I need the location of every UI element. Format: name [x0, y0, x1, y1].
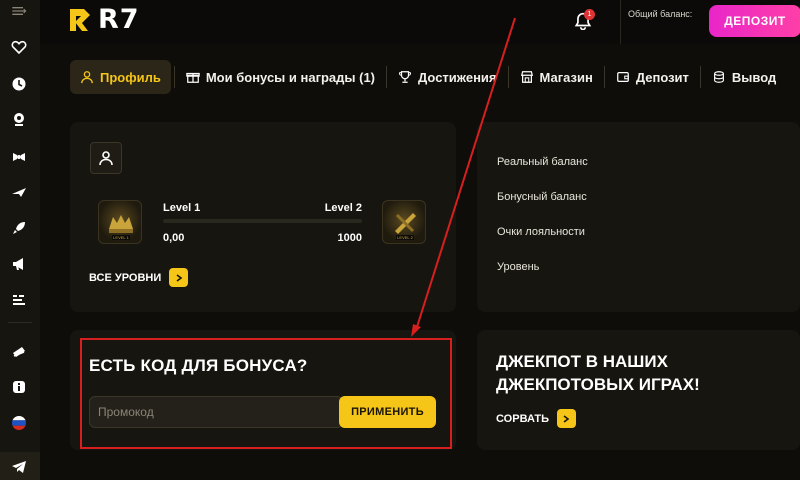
tab-divider: [173, 66, 175, 88]
tab-label: Депозит: [635, 69, 689, 85]
tab-label: Мои бонусы и награды (1): [205, 69, 376, 85]
aviator-icon[interactable]: [10, 183, 28, 201]
current-level-name: Level 1: [163, 202, 201, 214]
tab-divider: [507, 66, 509, 88]
bonus-balance-label: Бонусный баланс: [497, 191, 587, 203]
level-label: Уровень: [497, 261, 540, 273]
gift-icon: [186, 72, 200, 83]
rocket-icon[interactable]: [10, 219, 28, 237]
coins-icon: [713, 71, 724, 83]
svg-text:LEVEL 2: LEVEL 2: [397, 235, 413, 240]
info-icon[interactable]: [10, 378, 28, 396]
menu-icon[interactable]: [6, 2, 32, 20]
jackpot-card: ДЖЕКПОТ В НАШИХ ДЖЕКПОТОВЫХ ИГРАХ! СОРВА…: [477, 330, 800, 450]
profile-card: LEVEL 1 LEVEL 2 Level 1 Level 2 0,00 100…: [70, 122, 456, 312]
all-levels-label: ВСЕ УРОВНИ: [89, 271, 162, 284]
deposit-button[interactable]: ДЕПОЗИТ: [709, 5, 800, 37]
tab-label: Достижения: [418, 69, 497, 85]
all-levels-link[interactable]: ВСЕ УРОВНИ: [89, 268, 189, 287]
loyalty-points-label: Очки лояльности: [497, 226, 585, 238]
logo-mark-icon: [70, 8, 90, 31]
ticket-icon[interactable]: [10, 343, 28, 361]
sidebar: [0, 0, 40, 480]
level-1-badge-icon: LEVEL 1: [98, 200, 142, 244]
target-points: 1000: [337, 232, 362, 244]
user-avatar-icon: [99, 151, 113, 166]
tab-shop[interactable]: Магазин: [512, 60, 601, 94]
tab-withdraw[interactable]: Вывод: [704, 60, 784, 94]
tab-bonuses[interactable]: Мои бонусы и награды (1): [178, 60, 383, 94]
logo[interactable]: R7: [68, 4, 140, 35]
current-points: 0,00: [163, 232, 185, 244]
live-casino-icon[interactable]: [10, 110, 28, 128]
level-progress-bar: [163, 219, 362, 223]
total-balance-label: Общий баланс:: [628, 9, 693, 19]
tab-label: Вывод: [731, 69, 777, 85]
top-header: R7 1 Общий баланс: ДЕПОЗИТ: [40, 0, 800, 44]
balance-card: Реальный баланс Бонусный баланс Очки лоя…: [477, 122, 800, 312]
sports-icon[interactable]: [10, 147, 28, 165]
tab-divider: [699, 66, 701, 88]
stats-icon[interactable]: [10, 291, 28, 309]
tab-divider: [386, 66, 388, 88]
tab-label: Профиль: [100, 69, 161, 85]
jackpot-title: ДЖЕКПОТ В НАШИХ ДЖЕКПОТОВЫХ ИГРАХ!: [496, 352, 700, 394]
tab-label: Магазин: [539, 69, 593, 85]
next-level-name: Level 2: [324, 202, 362, 214]
shop-icon: [520, 71, 533, 83]
header-divider: [620, 0, 621, 44]
notification-badge: 1: [584, 9, 595, 20]
tab-divider: [603, 66, 605, 88]
heart-icon[interactable]: [10, 38, 28, 56]
sidebar-divider: [8, 322, 32, 323]
chevron-right-icon: [169, 268, 189, 287]
avatar[interactable]: [90, 142, 122, 174]
tab-deposit[interactable]: Депозит: [608, 60, 697, 94]
trophy-icon: [399, 71, 412, 83]
svg-text:LEVEL 1: LEVEL 1: [113, 235, 129, 240]
jackpot-grab-label: СОРВАТЬ: [496, 412, 549, 425]
tab-profile[interactable]: Профиль: [70, 60, 171, 94]
russia-flag-icon[interactable]: [10, 414, 28, 432]
tab-achievements[interactable]: Достижения: [390, 60, 504, 94]
wallet-icon: [616, 72, 629, 82]
profile-tabs: Профиль Мои бонусы и награды (1) Достиже…: [70, 60, 784, 94]
megaphone-icon[interactable]: [10, 255, 28, 273]
highlight-box: [80, 338, 452, 449]
user-icon: [81, 71, 93, 84]
real-balance-label: Реальный баланс: [497, 156, 588, 168]
logo-text: R7: [98, 4, 140, 35]
telegram-button[interactable]: [0, 452, 40, 480]
level-2-badge-icon: LEVEL 2: [382, 200, 426, 244]
jackpot-grab-link[interactable]: СОРВАТЬ: [496, 409, 576, 428]
telegram-icon: [10, 458, 28, 476]
chevron-right-icon: [556, 409, 576, 428]
clock-icon[interactable]: [10, 75, 28, 93]
